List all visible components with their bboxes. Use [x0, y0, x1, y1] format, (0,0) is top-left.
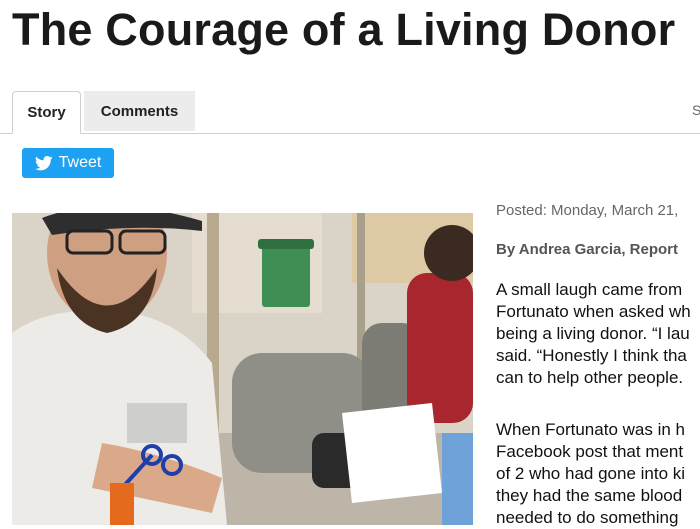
paragraph-line: they had the same blood: [496, 486, 683, 505]
paragraph-1: A small laugh came from Fortunato when a…: [496, 279, 691, 389]
paragraph-line: needed to do something: [496, 508, 679, 527]
paragraph-line: A small laugh came from: [496, 280, 683, 299]
photo-illustration: [12, 213, 473, 525]
article-photo: [12, 213, 473, 525]
article-tabs: Story Comments S: [0, 89, 700, 134]
paragraph-line: said. “Honestly I think tha: [496, 346, 687, 365]
twitter-bird-icon: [34, 155, 53, 170]
author-byline: By Andrea Garcia, Report: [496, 241, 678, 258]
paragraph-line: can to help other people.: [496, 368, 684, 387]
paragraph-line: of 2 who had gone into ki: [496, 464, 686, 483]
tweet-label: Tweet: [58, 154, 102, 171]
paragraph-line: being a living donor. “I lau: [496, 324, 690, 343]
tab-story[interactable]: Story: [12, 91, 81, 134]
paragraph-line: When Fortunato was in h: [496, 420, 685, 439]
article-title: The Courage of a Living Donor: [12, 4, 676, 55]
paragraph-line: Facebook post that ment: [496, 442, 684, 461]
posted-date: Posted: Monday, March 21,: [496, 202, 679, 219]
paragraph-2: When Fortunato was in h Facebook post th…: [496, 419, 685, 529]
tweet-button[interactable]: Tweet: [22, 148, 114, 178]
tab-comments[interactable]: Comments: [84, 91, 195, 131]
paragraph-line: Fortunato when asked wh: [496, 302, 691, 321]
tab-overflow-text: S: [692, 102, 700, 118]
